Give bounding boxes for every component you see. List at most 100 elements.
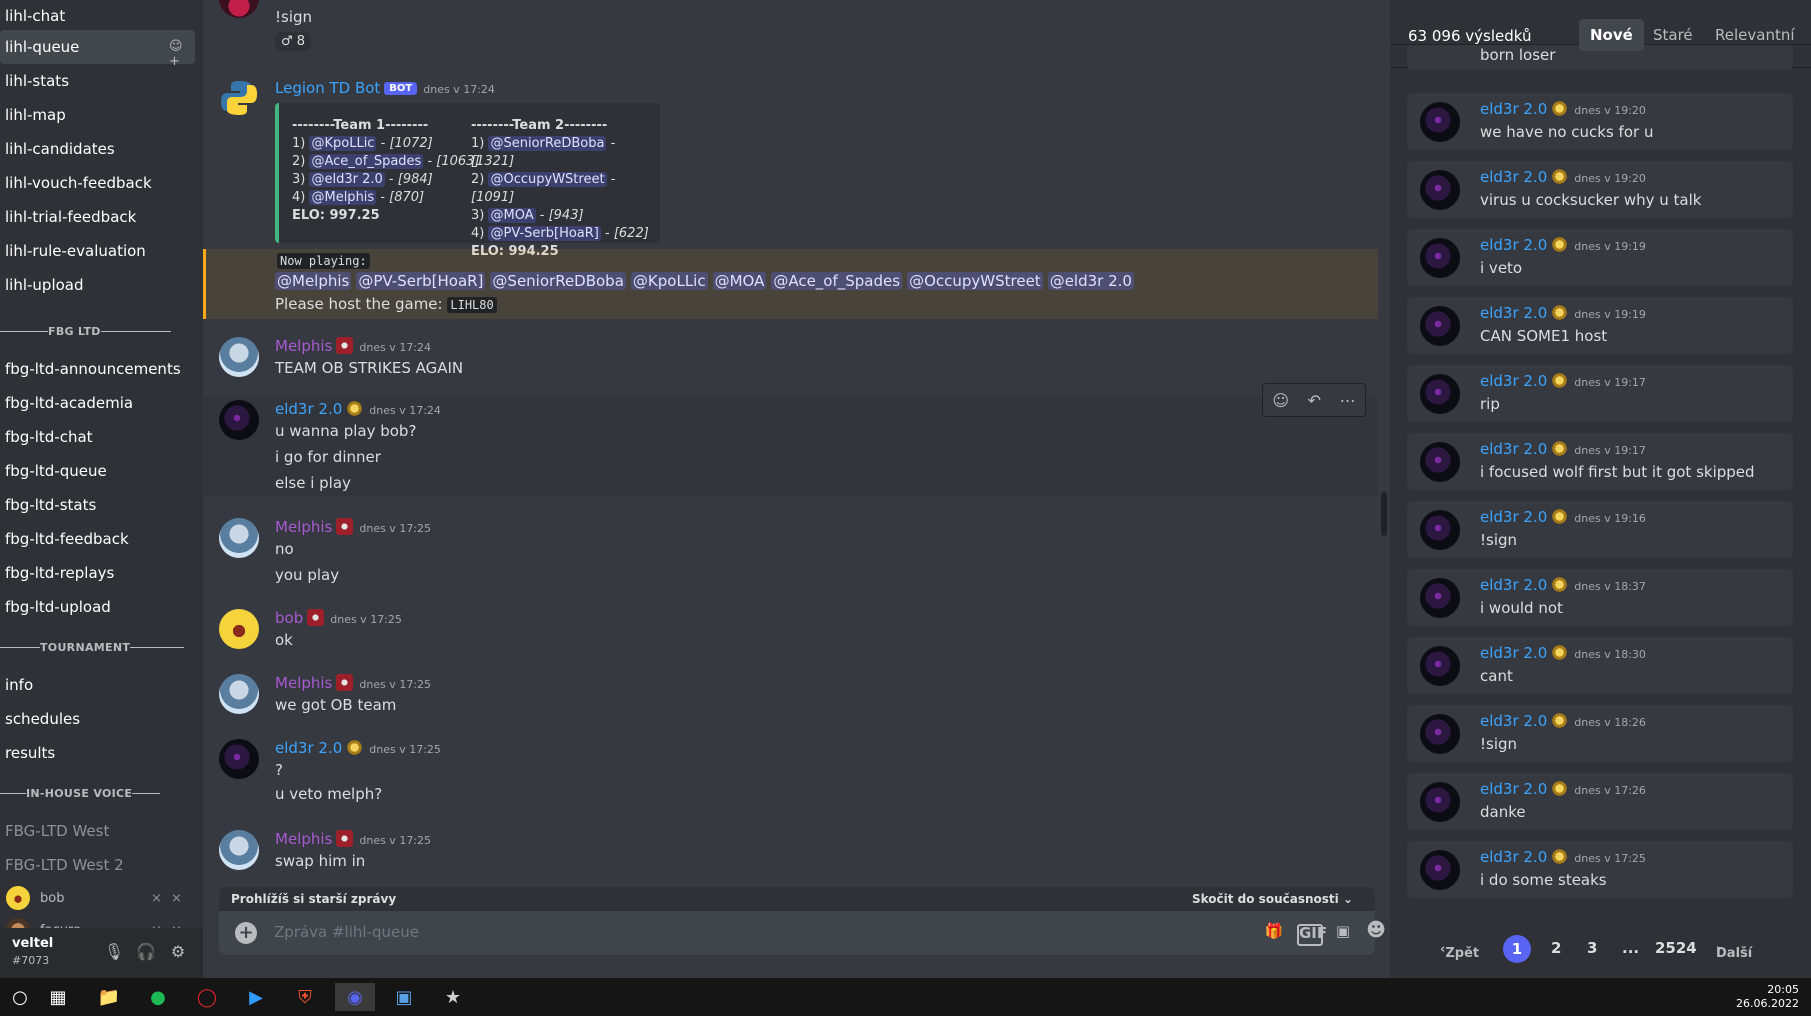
- tab-newest[interactable]: Nové: [1579, 19, 1644, 51]
- attach-plus-icon[interactable]: +: [235, 922, 257, 944]
- channel-results[interactable]: results: [0, 736, 195, 770]
- avatar[interactable]: [219, 674, 259, 714]
- channel-fbg-ltd-upload[interactable]: fbg-ltd-upload: [0, 590, 195, 624]
- message-input[interactable]: Zpráva #lihl-queue: [274, 923, 419, 941]
- discord-icon[interactable]: ◉: [335, 983, 375, 1011]
- avatar[interactable]: [219, 830, 259, 870]
- task-view-icon[interactable]: ▦: [38, 983, 78, 1011]
- next-page-button[interactable]: Další ›: [1716, 942, 1752, 961]
- voice-user-bob[interactable]: bob ⨯ ⨯: [0, 882, 203, 914]
- channel-fbg-ltd-queue[interactable]: fbg-ltd-queue: [0, 454, 195, 488]
- reply-icon[interactable]: ↶: [1308, 391, 1321, 410]
- search-result-card[interactable]: eld3r 2.0 dnes v 18:26 !sign: [1407, 705, 1793, 762]
- gift-icon[interactable]: 🎁: [1262, 922, 1286, 944]
- search-result-card[interactable]: eld3r 2.0 dnes v 17:26 danke: [1407, 773, 1793, 830]
- bot-name[interactable]: Legion TD Bot: [275, 79, 380, 97]
- search-result-card[interactable]: eld3r 2.0 dnes v 19:20 we have no cucks fo…: [1407, 93, 1793, 150]
- search-result-card[interactable]: eld3r 2.0 dnes v 19:19 CAN SOME1 host: [1407, 297, 1793, 354]
- page-last-button[interactable]: 2524: [1655, 939, 1697, 957]
- channel-fbg-ltd-chat[interactable]: fbg-ltd-chat: [0, 420, 195, 454]
- channel-lihl-vouch-feedback[interactable]: lihl-vouch-feedback: [0, 166, 195, 200]
- system-clock[interactable]: 20:05 26.06.2022: [1736, 983, 1799, 1011]
- voice-channel-fbg-ltd-west[interactable]: FBG-LTD West: [0, 814, 203, 848]
- search-result-card[interactable]: eld3r 2.0 dnes v 19:20 virus u cocksucker …: [1407, 161, 1793, 218]
- sticker-icon[interactable]: ▣: [1331, 922, 1355, 944]
- app-icon[interactable]: ▶: [236, 983, 276, 1011]
- category-tournament[interactable]: TOURNAMENT: [0, 632, 203, 662]
- jump-to-present-button[interactable]: Skočit do současnosti ⌄: [1192, 892, 1353, 906]
- invite-user-icon[interactable]: ☺+: [169, 39, 185, 69]
- channel-fbg-ltd-academia[interactable]: fbg-ltd-academia: [0, 386, 195, 420]
- chat-scrollbar[interactable]: [1381, 492, 1387, 536]
- page-2-button[interactable]: 2: [1551, 939, 1561, 957]
- avatar[interactable]: [219, 400, 259, 440]
- search-result-card[interactable]: eld3r 2.0 dnes v 19:17 rip: [1407, 365, 1793, 422]
- channel-schedules[interactable]: schedules: [0, 702, 195, 736]
- search-result-card[interactable]: eld3r 2.0 dnes v 19:17 i focused wolf firs…: [1407, 433, 1793, 490]
- channel-fbg-ltd-announcements[interactable]: fbg-ltd-announcements: [0, 352, 195, 386]
- message[interactable]: eld3r 2.0 dnes v 17:25 ? u veto melph?: [203, 735, 1378, 810]
- file-explorer-icon[interactable]: 📁: [89, 983, 129, 1011]
- channel-fbg-ltd-replays[interactable]: fbg-ltd-replays: [0, 556, 195, 590]
- avatar[interactable]: [219, 0, 259, 18]
- photos-icon[interactable]: ▣: [384, 983, 424, 1011]
- message[interactable]: !sign ♂ 8: [203, 0, 1378, 60]
- message[interactable]: Melphis dnes v 17:25 swap him in: [203, 826, 1378, 886]
- channel-lihl-queue[interactable]: lihl-queue ☺+: [0, 30, 195, 69]
- gif-icon[interactable]: GIF: [1297, 924, 1327, 946]
- discord-app: lihl-chat lihl-queue ☺+ lihl-stats lihl-m…: [0, 0, 1811, 1016]
- message[interactable]: Melphis dnes v 17:25 no you play: [203, 514, 1378, 584]
- message[interactable]: Melphis dnes v 17:24 TEAM OB STRIKES AGAI…: [203, 333, 1378, 389]
- bot-message[interactable]: Legion TD Bot BOT dnes v 17:24 --------Tea…: [203, 75, 1378, 259]
- voice-user-facure[interactable]: facure ⨯ ⨯: [0, 914, 203, 928]
- channel-fbg-ltd-feedback[interactable]: fbg-ltd-feedback: [0, 522, 195, 556]
- settings-gear-icon[interactable]: ⚙: [167, 942, 189, 964]
- message[interactable]: Melphis dnes v 17:25 we got OB team: [203, 670, 1378, 720]
- page-1-button[interactable]: 1: [1503, 935, 1531, 963]
- more-options-icon[interactable]: ⋯: [1340, 391, 1356, 410]
- brave-icon[interactable]: ⛨: [285, 983, 325, 1011]
- deafen-icon[interactable]: 🎧: [135, 942, 157, 964]
- message-hovered[interactable]: eld3r 2.0 dnes v 17:24 u wanna play bob? …: [203, 396, 1378, 496]
- channel-lihl-candidates[interactable]: lihl-candidates: [0, 132, 195, 166]
- avatar[interactable]: [219, 337, 259, 377]
- channel-lihl-trial-feedback[interactable]: lihl-trial-feedback: [0, 200, 195, 234]
- tab-oldest[interactable]: Staré: [1642, 19, 1704, 51]
- role-badge-icon: [307, 609, 325, 626]
- channel-lihl-chat[interactable]: lihl-chat: [0, 2, 195, 30]
- voice-channel-fbg-ltd-west-2[interactable]: FBG-LTD West 2: [0, 848, 203, 882]
- opera-icon[interactable]: ◯: [187, 983, 227, 1011]
- avatar: [1420, 238, 1460, 278]
- add-reaction-icon[interactable]: ☺: [1272, 391, 1289, 410]
- avatar: [1420, 646, 1460, 686]
- mute-mic-icon[interactable]: 🎙: [103, 942, 125, 964]
- prev-page-button[interactable]: ‹ Zpět: [1440, 942, 1479, 961]
- avatar[interactable]: [219, 518, 259, 558]
- search-circle-icon[interactable]: ○: [0, 983, 40, 1011]
- avatar[interactable]: [219, 609, 259, 649]
- spotify-icon[interactable]: ●: [138, 983, 178, 1011]
- channel-lihl-stats[interactable]: lihl-stats: [0, 64, 195, 98]
- avatar[interactable]: [219, 739, 259, 779]
- channel-lihl-upload[interactable]: lihl-upload: [0, 268, 195, 302]
- search-result-card[interactable]: eld3r 2.0 dnes v 19:19 i veto: [1407, 229, 1793, 286]
- search-result-card[interactable]: eld3r 2.0 dnes v 18:37 i would not: [1407, 569, 1793, 626]
- category-in-house-voice[interactable]: IN-HOUSE VOICE: [0, 778, 203, 808]
- message[interactable]: bob dnes v 17:25 ok: [203, 605, 1378, 655]
- search-result-card[interactable]: eld3r 2.0 dnes v 18:30 cant: [1407, 637, 1793, 694]
- category-fbg-ltd[interactable]: FBG LTD: [0, 316, 203, 346]
- channel-info[interactable]: info: [0, 668, 195, 702]
- game-icon[interactable]: ★: [433, 983, 473, 1011]
- tab-relevant[interactable]: Relevantní: [1704, 19, 1806, 51]
- username: veltel: [12, 936, 54, 951]
- search-result-card[interactable]: eld3r 2.0 dnes v 19:16 !sign: [1407, 501, 1793, 558]
- search-result-card[interactable]: eld3r 2.0 dnes v 17:25 i do some steaks: [1407, 841, 1793, 898]
- team2-column: --------Team 2-------- 1) @SeniorReDBoba…: [471, 118, 649, 259]
- page-3-button[interactable]: 3: [1587, 939, 1597, 957]
- channel-lihl-map[interactable]: lihl-map: [0, 98, 195, 132]
- channel-lihl-rule-evaluation[interactable]: lihl-rule-evaluation: [0, 234, 195, 268]
- channel-fbg-ltd-stats[interactable]: fbg-ltd-stats: [0, 488, 195, 522]
- avatar: [1420, 714, 1460, 754]
- emoji-icon[interactable]: ☻: [1364, 919, 1388, 941]
- reaction[interactable]: ♂ 8: [275, 32, 312, 51]
